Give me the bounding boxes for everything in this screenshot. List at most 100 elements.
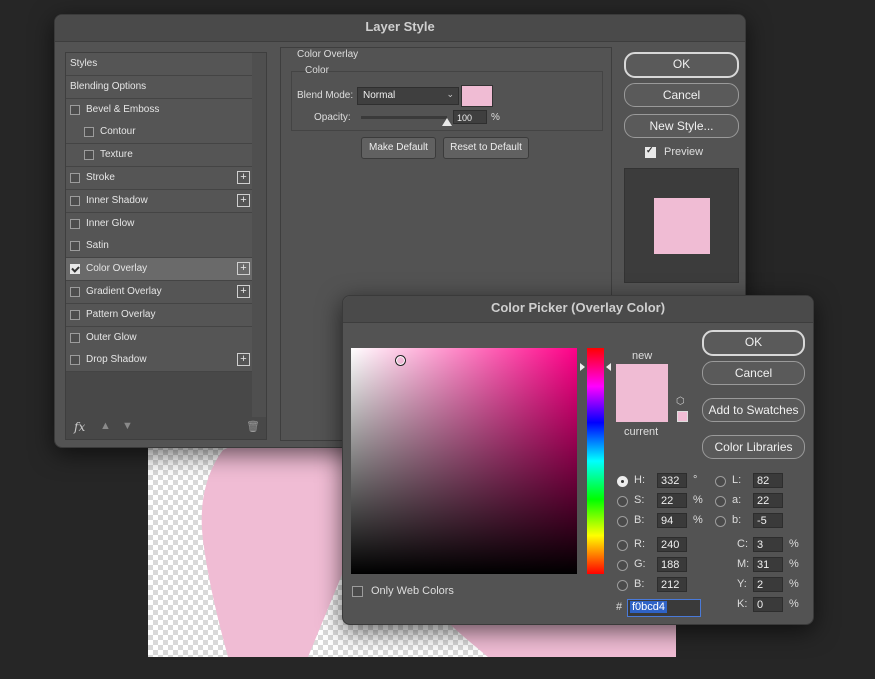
style-checkbox[interactable]	[84, 150, 94, 161]
hsb-label: S:	[634, 494, 645, 506]
lab-radio-2[interactable]	[715, 516, 726, 527]
style-item-color-overlay[interactable]: Color Overlay +	[66, 258, 252, 282]
style-item-label: Drop Shadow	[86, 354, 147, 366]
preview-checkbox[interactable]: ✓	[645, 145, 656, 158]
style-item-satin[interactable]: Satin	[66, 235, 252, 259]
cmyk-input[interactable]: 31	[753, 557, 783, 572]
add-effect-icon[interactable]: +	[237, 262, 250, 276]
lab-input[interactable]: 22	[753, 493, 783, 508]
style-item-drop-shadow[interactable]: Drop Shadow +	[66, 349, 252, 373]
cmyk-input[interactable]: 3	[753, 537, 783, 552]
add-effect-icon[interactable]: +	[237, 285, 250, 298]
rgb-radio-0[interactable]	[617, 540, 628, 551]
hsb-radio-1[interactable]	[617, 496, 628, 507]
rgb-input[interactable]: 188	[657, 557, 687, 572]
trash-icon[interactable]: 🗑	[246, 420, 260, 433]
style-item-label: Contour	[100, 126, 136, 138]
style-item-bevel-emboss[interactable]: Bevel & Emboss	[66, 98, 252, 122]
opacity-slider-thumb[interactable]	[442, 118, 452, 126]
layer-style-title: Layer Style	[55, 15, 745, 42]
hue-slider[interactable]	[587, 348, 604, 574]
hsb-input[interactable]: 22	[657, 493, 687, 508]
style-item-styles[interactable]: Styles	[66, 53, 252, 76]
web-safe-swatch[interactable]	[677, 411, 688, 422]
style-checkbox[interactable]	[70, 287, 80, 297]
style-checkbox[interactable]	[70, 173, 80, 183]
style-item-texture[interactable]: Texture	[66, 144, 252, 168]
color-selector-ring[interactable]	[395, 355, 406, 366]
style-checkbox[interactable]	[70, 218, 80, 229]
rgb-label: B:	[634, 578, 645, 590]
cp-cancel-button[interactable]: Cancel	[702, 361, 805, 385]
hsb-radio-0[interactable]	[617, 476, 628, 487]
style-checkbox[interactable]	[70, 309, 80, 320]
style-item-contour[interactable]: Contour	[66, 121, 252, 145]
add-effect-icon[interactable]: +	[237, 353, 250, 367]
arrow-down-icon[interactable]: ▼	[122, 420, 133, 432]
style-item-label: Pattern Overlay	[86, 308, 156, 320]
opacity-slider-track[interactable]	[361, 116, 447, 119]
style-checkbox[interactable]	[70, 241, 80, 252]
hsb-unit: °	[693, 474, 698, 486]
blend-mode-select[interactable]: Normal ⌄	[357, 87, 459, 105]
new-style-button[interactable]: New Style...	[624, 114, 739, 138]
style-checkbox[interactable]	[70, 332, 80, 343]
cube-icon[interactable]: ⬡	[676, 396, 685, 407]
lab-label: a:	[732, 494, 742, 506]
style-item-outer-glow[interactable]: Outer Glow	[66, 326, 252, 350]
hsb-input[interactable]: 332	[657, 473, 687, 488]
hsb-unit: %	[693, 494, 703, 506]
rgb-radio-2[interactable]	[617, 580, 628, 591]
style-checkbox[interactable]	[70, 195, 80, 206]
lab-radio-0[interactable]	[715, 476, 726, 487]
lab-input[interactable]: 82	[753, 473, 783, 488]
styles-footer: fx ▲ ▼ 🗑	[66, 417, 266, 439]
styles-scrollbar[interactable]	[252, 53, 266, 417]
ok-button[interactable]: OK	[624, 52, 739, 78]
cp-ok-button[interactable]: OK	[702, 330, 805, 356]
style-checkbox[interactable]	[70, 355, 80, 366]
add-to-swatches-button[interactable]: Add to Swatches	[702, 398, 805, 422]
style-item-inner-shadow[interactable]: Inner Shadow +	[66, 189, 252, 213]
cmyk-input[interactable]: 0	[753, 597, 783, 612]
make-default-button[interactable]: Make Default	[361, 137, 436, 159]
color-picker-dialog: Color Picker (Overlay Color) new current…	[342, 295, 814, 625]
rgb-radio-1[interactable]	[617, 560, 628, 571]
cmyk-label: K:	[737, 598, 748, 610]
style-item-pattern-overlay[interactable]: Pattern Overlay	[66, 303, 252, 327]
checkmark-icon: ✓	[646, 145, 654, 155]
saturation-brightness-field[interactable]	[351, 348, 577, 574]
rgb-input[interactable]: 240	[657, 537, 687, 552]
style-item-inner-glow[interactable]: Inner Glow	[66, 212, 252, 236]
chevron-down-icon: ⌄	[446, 89, 454, 99]
blend-mode-label: Blend Mode:	[297, 90, 354, 101]
overlay-color-swatch[interactable]	[461, 85, 493, 107]
rgb-input[interactable]: 212	[657, 577, 687, 592]
color-libraries-button[interactable]: Color Libraries	[702, 435, 805, 459]
web-colors-checkbox[interactable]	[352, 586, 363, 597]
cmyk-input[interactable]: 2	[753, 577, 783, 592]
style-item-label: Texture	[100, 149, 133, 161]
new-color-swatch	[616, 364, 668, 422]
web-colors-label: Only Web Colors	[371, 585, 454, 597]
fx-icon[interactable]: fx	[74, 420, 85, 434]
style-checkbox[interactable]	[70, 104, 80, 115]
lab-input[interactable]: -5	[753, 513, 783, 528]
style-item-gradient-overlay[interactable]: Gradient Overlay +	[66, 281, 252, 304]
hsb-input[interactable]: 94	[657, 513, 687, 528]
hsb-label: H:	[634, 474, 645, 486]
style-checkbox[interactable]	[70, 264, 80, 275]
add-effect-icon[interactable]: +	[237, 171, 250, 184]
style-checkbox[interactable]	[84, 127, 94, 138]
style-item-stroke[interactable]: Stroke +	[66, 167, 252, 190]
arrow-up-icon[interactable]: ▲	[100, 420, 111, 432]
lab-radio-1[interactable]	[715, 496, 726, 507]
reset-to-default-button[interactable]: Reset to Default	[443, 137, 529, 159]
hsb-radio-2[interactable]	[617, 516, 628, 527]
hex-input[interactable]: f0bcd4	[627, 599, 701, 617]
add-effect-icon[interactable]: +	[237, 193, 250, 207]
style-item-blending-options[interactable]: Blending Options	[66, 75, 252, 99]
cancel-button[interactable]: Cancel	[624, 83, 739, 107]
opacity-input[interactable]: 100	[453, 110, 487, 124]
opacity-label: Opacity:	[314, 112, 351, 123]
